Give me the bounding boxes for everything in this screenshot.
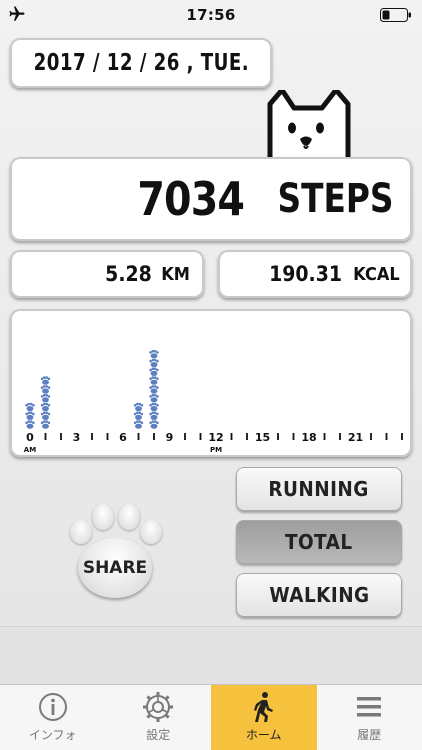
battery-icon [380, 8, 411, 22]
chart-bar [40, 376, 51, 429]
tick-label: 15 [255, 431, 270, 444]
share-paw[interactable]: SHARE [60, 500, 170, 600]
menu-icon [357, 697, 382, 717]
axis-tick [199, 433, 202, 440]
gear-icon [143, 692, 174, 722]
status-bar: 17:56 [0, 0, 422, 30]
tab-history-label: 履歴 [357, 728, 382, 742]
pm-label: PM [210, 446, 222, 454]
tick-label: 6 [119, 431, 127, 444]
chart-bar [133, 402, 144, 429]
info-icon [38, 693, 67, 721]
axis-tick [246, 433, 248, 440]
paw-toe-icon [140, 520, 162, 544]
calories-unit: KCAL [353, 263, 400, 285]
calories-display: 190.31 KCAL [218, 250, 412, 298]
tab-info-label: インフォ [28, 728, 77, 742]
calories-value: 190.31 [269, 262, 343, 286]
axis-tick [339, 433, 341, 440]
share-button[interactable]: SHARE [78, 538, 152, 598]
tab-settings[interactable]: 設定 [106, 685, 212, 750]
tick-label: 0 [26, 431, 34, 444]
paw-toe-icon [70, 520, 92, 544]
date-text: 2017 / 12 / 26 , TUE. [33, 50, 249, 76]
axis-tick [292, 433, 295, 440]
status-time: 17:56 [186, 6, 236, 24]
axis-tick [137, 433, 140, 440]
tick-label: 12 [208, 431, 223, 444]
axis-tick [91, 433, 93, 440]
axis-tick [44, 433, 47, 440]
steps-unit: STEPS [277, 176, 394, 222]
axis-tick [184, 433, 186, 440]
tick-label: 9 [166, 431, 174, 444]
walking-label: WALKING [268, 583, 370, 607]
axis-tick [370, 433, 372, 440]
tick-label: 18 [301, 431, 316, 444]
tab-info[interactable]: インフォ [0, 685, 106, 750]
total-label: TOTAL [285, 530, 353, 554]
bottom-strip [0, 626, 422, 684]
distance-value: 5.28 [105, 262, 153, 286]
tab-bar: インフォ 設定 ホーム 履歴 [0, 684, 422, 750]
steps-display: 7034 STEPS [10, 157, 412, 241]
axis-tick [153, 433, 155, 440]
paw-toe-icon [118, 504, 140, 530]
tab-home[interactable]: ホーム [211, 685, 317, 750]
tick-label: 3 [73, 431, 81, 444]
tab-home-label: ホーム [245, 728, 282, 742]
running-label: RUNNING [268, 477, 370, 501]
axis-tick [277, 433, 279, 440]
axis-tick [385, 433, 388, 440]
tab-history[interactable]: 履歴 [317, 685, 422, 750]
total-button[interactable]: TOTAL [236, 520, 402, 564]
distance-unit: KM [161, 263, 190, 285]
airplane-icon [9, 6, 25, 21]
chart-bar [149, 349, 159, 429]
steps-value: 7034 [137, 172, 246, 226]
dog-mascot-icon [267, 90, 351, 158]
running-button[interactable]: RUNNING [236, 467, 402, 511]
am-label: AM [24, 446, 36, 454]
axis-tick [106, 433, 109, 440]
axis-tick [401, 433, 403, 440]
distance-display: 5.28 KM [10, 250, 204, 298]
paw-toe-icon [92, 504, 114, 530]
walking-icon [253, 692, 273, 722]
tick-label: 21 [348, 431, 363, 444]
tab-settings-label: 設定 [146, 728, 171, 742]
axis-tick [323, 433, 326, 440]
chart-svg: 0 3 6 9 12 15 18 21 AM PM [24, 349, 403, 454]
axis-tick [230, 433, 233, 440]
walking-button[interactable]: WALKING [236, 573, 402, 617]
share-label: SHARE [82, 558, 148, 578]
date-display[interactable]: 2017 / 12 / 26 , TUE. [10, 38, 272, 88]
axis-tick [60, 433, 62, 440]
chart-bar [25, 402, 35, 429]
hourly-steps-chart: 0 3 6 9 12 15 18 21 AM PM [10, 309, 412, 457]
